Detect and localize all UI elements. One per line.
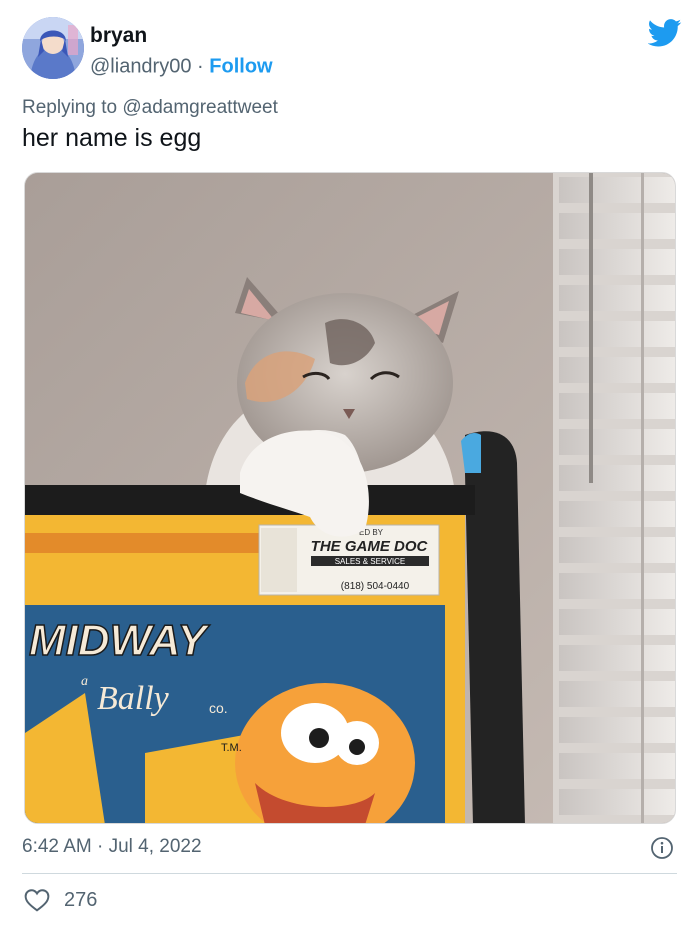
sticker-phone: (818) 504-0440 [341, 581, 410, 592]
heart-icon[interactable] [24, 888, 50, 912]
sticker-text-3: SALES & SERVICE [335, 557, 406, 566]
reply-context: Replying to @adamgreattweet [22, 97, 278, 119]
handle-separator: · [197, 55, 204, 78]
author-handle[interactable]: @liandry00 [90, 56, 191, 78]
divider [22, 873, 677, 874]
like-action[interactable]: 276 [24, 887, 97, 913]
author-name[interactable]: bryan [90, 24, 147, 48]
sticker-text-2: THE GAME DOC [311, 538, 429, 555]
tweet-card: bryan @liandry00 · Follow Replying to @a… [0, 0, 700, 927]
reply-mention[interactable]: @adamgreattweet [122, 97, 278, 118]
timestamp-time: 6:42 AM [22, 836, 92, 857]
follow-button[interactable]: Follow [209, 56, 272, 78]
marquee-a: a [81, 674, 88, 689]
tweet-header: bryan @liandry00 · Follow [22, 17, 682, 79]
tweet-photo[interactable]: ED BY THE GAME DOC SALES & SERVICE (818)… [24, 172, 676, 824]
avatar[interactable] [22, 17, 84, 79]
timestamp-separator: · [97, 836, 104, 857]
author-handle-row: @liandry00 · Follow [90, 56, 273, 79]
marquee-brand: MIDWAY [29, 616, 210, 665]
marquee-co: co. [209, 700, 228, 716]
reply-prefix: Replying to [22, 97, 118, 118]
twitter-bird-icon[interactable] [648, 19, 682, 47]
marquee-tm: T.M. [221, 742, 242, 754]
timestamp-date: Jul 4, 2022 [108, 836, 202, 857]
like-count: 276 [64, 888, 98, 911]
info-icon[interactable] [650, 836, 674, 860]
marquee-sub: Bally [97, 680, 170, 717]
tweet-timestamp[interactable]: 6:42 AM · Jul 4, 2022 [22, 836, 202, 858]
tweet-text: her name is egg [22, 124, 202, 152]
cat-on-arcade-photo: ED BY THE GAME DOC SALES & SERVICE (818)… [25, 173, 675, 823]
